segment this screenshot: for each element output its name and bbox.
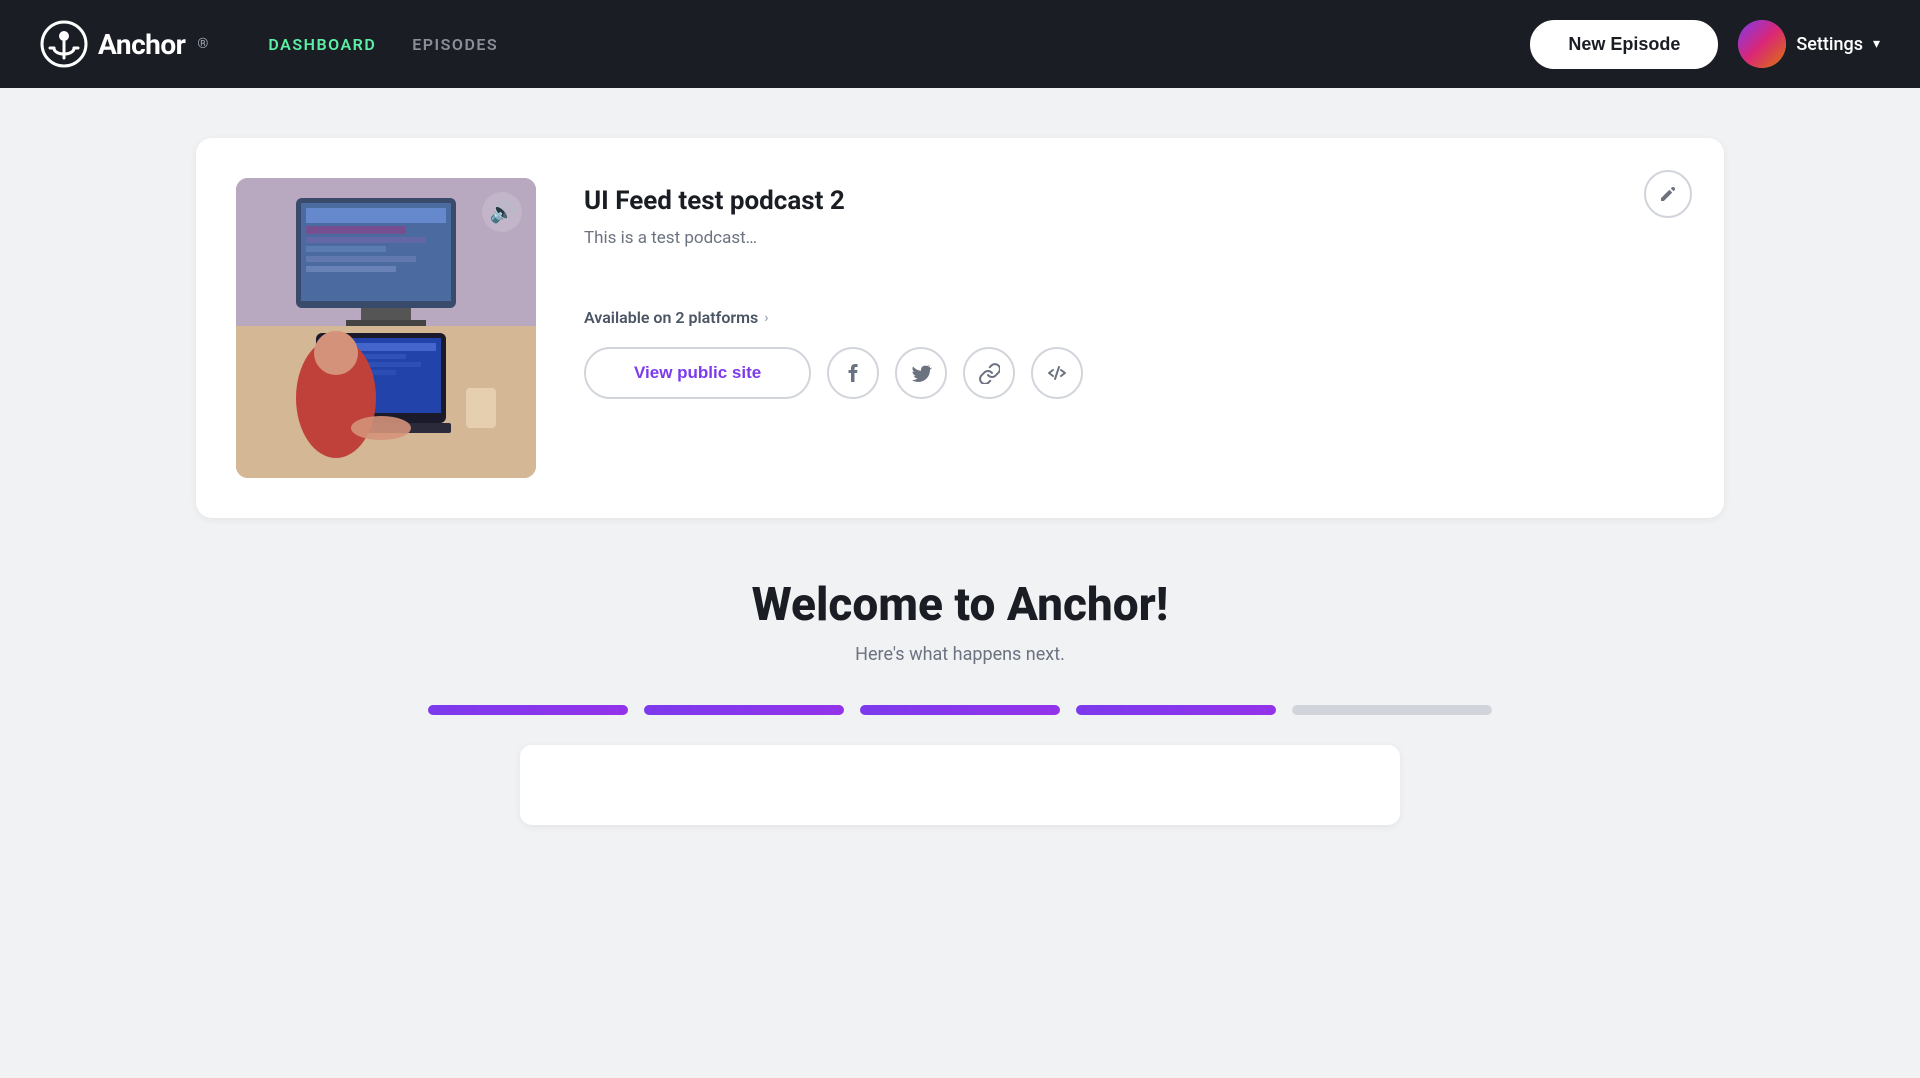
settings-label: Settings — [1796, 34, 1863, 55]
new-episode-button[interactable]: New Episode — [1530, 20, 1718, 69]
link-icon — [978, 362, 1000, 384]
copy-link-button[interactable] — [963, 347, 1015, 399]
facebook-share-button[interactable] — [827, 347, 879, 399]
brand-name: Anchor — [98, 28, 185, 61]
brand-logo[interactable]: Anchor ® — [40, 20, 208, 68]
twitter-share-button[interactable] — [895, 347, 947, 399]
chevron-right-icon: › — [764, 310, 768, 326]
embed-icon — [1046, 362, 1068, 384]
audio-icon: 🔊 — [490, 200, 515, 224]
chevron-down-icon: ▾ — [1873, 36, 1880, 52]
edit-podcast-button[interactable] — [1644, 170, 1692, 218]
progress-step-4[interactable] — [1076, 705, 1276, 715]
main-content: 🔊 UI Feed test podcast 2 This is a test … — [0, 88, 1920, 885]
podcast-card: 🔊 UI Feed test podcast 2 This is a test … — [196, 138, 1724, 518]
view-public-site-button[interactable]: View public site — [584, 347, 811, 399]
anchor-logo-icon — [40, 20, 88, 68]
welcome-title: Welcome to Anchor! — [196, 578, 1724, 632]
progress-step-1[interactable] — [428, 705, 628, 715]
progress-step-2[interactable] — [644, 705, 844, 715]
pencil-icon — [1658, 184, 1678, 204]
progress-steps — [196, 705, 1724, 715]
nav-episodes[interactable]: EPISODES — [412, 35, 498, 54]
twitter-icon — [910, 362, 932, 384]
podcast-actions: View public site — [584, 347, 1684, 399]
progress-step-3[interactable] — [860, 705, 1060, 715]
navbar: Anchor ® DASHBOARD EPISODES New Episode … — [0, 0, 1920, 88]
audio-badge: 🔊 — [482, 192, 522, 232]
progress-step-5[interactable] — [1292, 705, 1492, 715]
podcast-description: This is a test podcast… — [584, 228, 1684, 248]
settings-area[interactable]: Settings ▾ — [1738, 20, 1880, 68]
brand-registered: ® — [197, 36, 208, 52]
navbar-right: New Episode Settings ▾ — [1530, 20, 1880, 69]
welcome-section: Welcome to Anchor! Here's what happens n… — [196, 578, 1724, 825]
avatar — [1738, 20, 1786, 68]
platforms-label: Available on 2 platforms — [584, 308, 758, 327]
nav-links: DASHBOARD EPISODES — [268, 35, 1490, 54]
podcast-title: UI Feed test podcast 2 — [584, 186, 1684, 216]
platforms-link[interactable]: Available on 2 platforms › — [584, 308, 1684, 327]
podcast-thumbnail: 🔊 — [236, 178, 536, 478]
embed-button[interactable] — [1031, 347, 1083, 399]
step-content-box — [520, 745, 1400, 825]
podcast-info: UI Feed test podcast 2 This is a test po… — [584, 178, 1684, 399]
facebook-icon — [842, 362, 864, 384]
welcome-subtitle: Here's what happens next. — [196, 644, 1724, 665]
nav-dashboard[interactable]: DASHBOARD — [268, 35, 376, 54]
